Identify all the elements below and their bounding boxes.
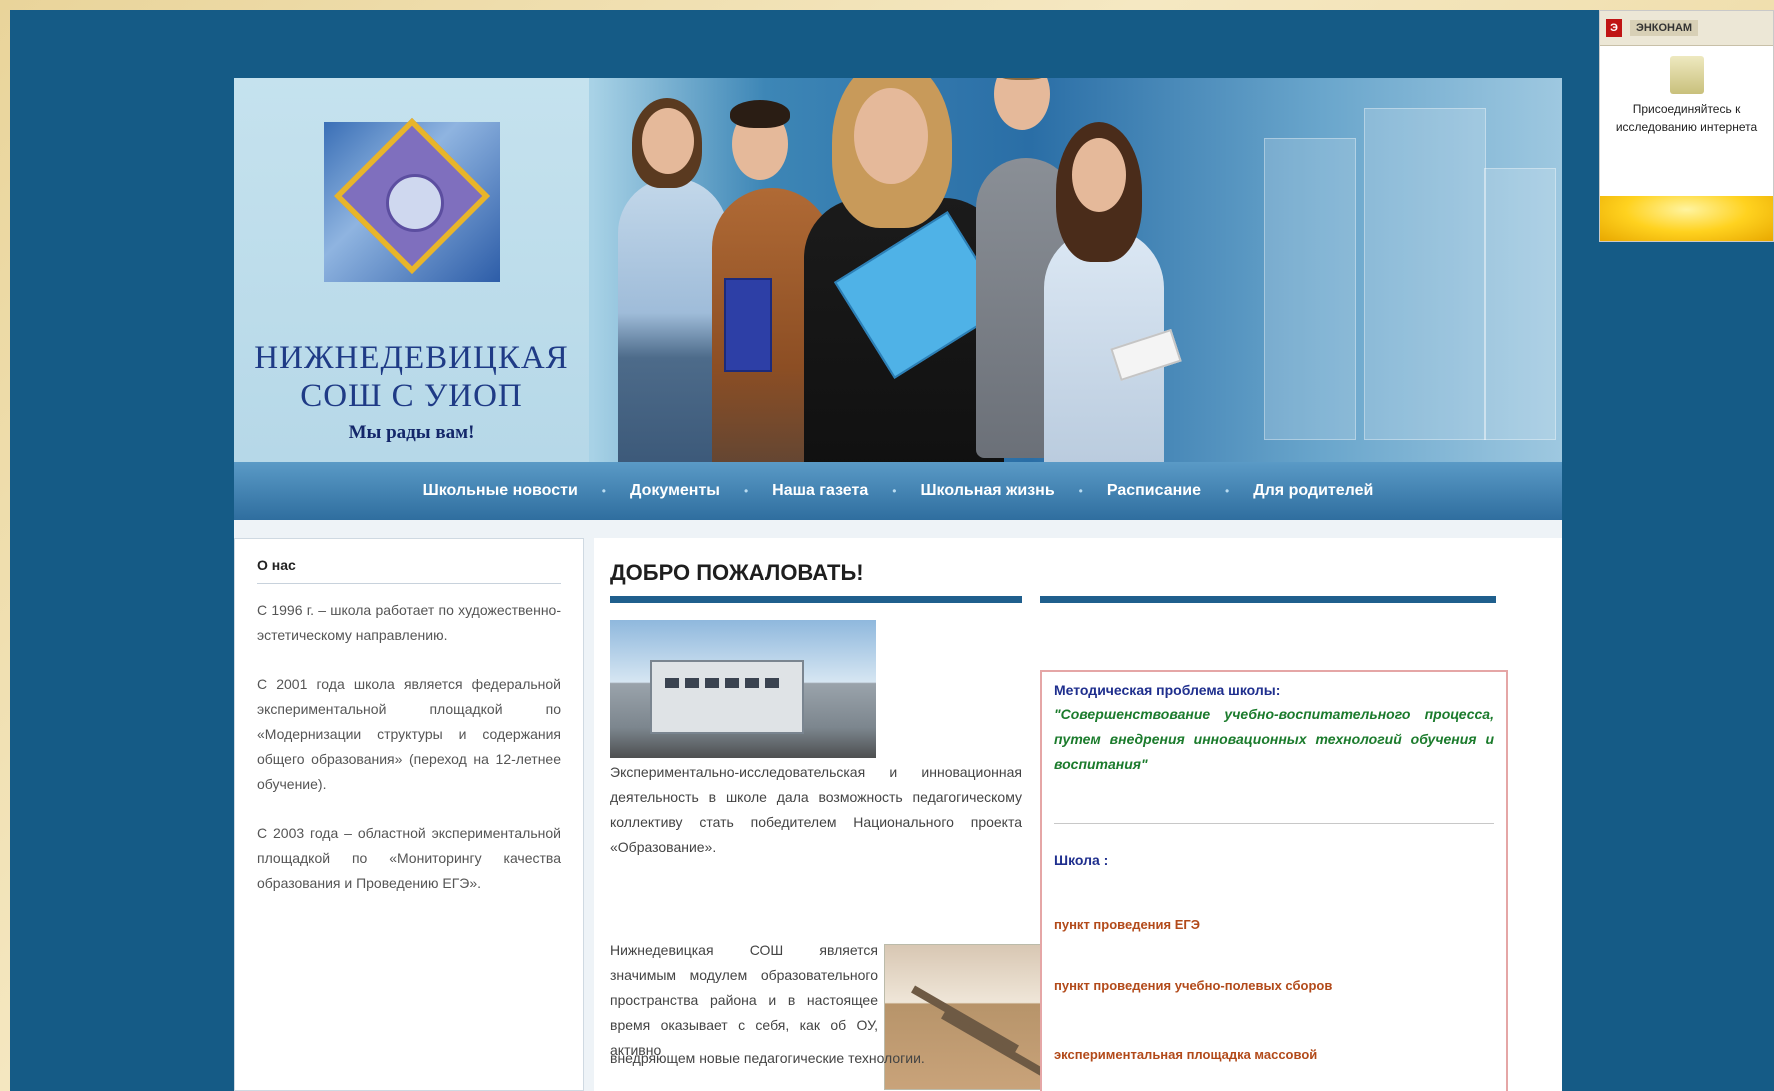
- about-paragraph: С 2003 года – областной экспериментально…: [257, 825, 561, 891]
- widget-title: ЭНКОНАМ: [1630, 20, 1699, 36]
- person-head: [994, 78, 1050, 130]
- person-hair: [730, 100, 790, 128]
- school-list-item: пункт проведения учебно-полевых сборов: [1054, 978, 1333, 993]
- widget-text[interactable]: Присоединяйтесь к исследованию интернета: [1600, 100, 1773, 136]
- person-head: [854, 88, 928, 184]
- person-head: [642, 108, 694, 174]
- school-building-photo: [610, 620, 876, 758]
- survey-icon: [1669, 56, 1704, 94]
- header-building-graphic: [1484, 168, 1556, 440]
- school-list-item: пункт проведения ЕГЭ: [1054, 917, 1201, 932]
- school-name-line1: НИЖНЕДЕВИЦКАЯ: [254, 340, 569, 376]
- building-windows: [665, 678, 785, 688]
- widget-banner[interactable]: [1600, 196, 1773, 241]
- emblem-center: [386, 174, 444, 232]
- building-shape: [650, 660, 804, 734]
- website: НИЖНЕДЕВИЦКАЯ СОШ С УИОП Мы рады вам! Шк…: [234, 78, 1562, 1091]
- nav-item-for-parents[interactable]: Для родителей: [1229, 482, 1397, 500]
- desk-shape: [911, 985, 1019, 1053]
- nav-item-schedule[interactable]: Расписание: [1083, 482, 1225, 500]
- header-building-graphic: [1364, 108, 1486, 440]
- title-rule: [610, 596, 1022, 603]
- survey-widget[interactable]: Э ЭНКОНАМ Присоединяйтесь к исследованию…: [1599, 10, 1774, 242]
- school-name-line2: СОШ С УИОП: [300, 378, 523, 414]
- about-paragraph: С 1996 г. – школа работает по художестве…: [257, 602, 561, 643]
- method-problem-title: Методическая проблема школы:: [1054, 682, 1281, 698]
- nav-item-school-life[interactable]: Школьная жизнь: [896, 482, 1078, 500]
- school-list-label: Школа :: [1054, 852, 1109, 868]
- header-building-graphic: [1264, 138, 1356, 440]
- main-paragraph: Нижнедевицкая СОШ является значимым моду…: [610, 942, 878, 1058]
- title-rule: [1040, 596, 1496, 603]
- page-title: ДОБРО ПОЖАЛОВАТЬ!: [610, 560, 864, 585]
- main-paragraph: внедряющем новые педагогические технолог…: [610, 1050, 925, 1066]
- school-emblem-icon[interactable]: [324, 117, 500, 282]
- main-content: ДОБРО ПОЖАЛОВАТЬ! Экспериментально-иссле…: [594, 538, 1562, 1091]
- about-title: О нас: [257, 557, 561, 584]
- main-paragraph: Экспериментально-исследовательская и инн…: [610, 764, 1022, 855]
- nav-item-school-news[interactable]: Школьные новости: [399, 482, 602, 500]
- widget-logo-icon: Э: [1606, 19, 1622, 37]
- nav-item-documents[interactable]: Документы: [606, 482, 744, 500]
- method-problem-text: "Совершенствование учебно-воспитательног…: [1054, 706, 1494, 772]
- school-list-item: экспериментальная площадка массовой: [1054, 1047, 1318, 1062]
- site-header: НИЖНЕДЕВИЦКАЯ СОШ С УИОП Мы рады вам!: [234, 78, 1562, 462]
- divider: [1054, 823, 1494, 824]
- info-box: Методическая проблема школы: "Совершенст…: [1040, 670, 1508, 1091]
- book-graphic: [724, 278, 772, 372]
- school-tagline: Мы рады вам!: [348, 422, 475, 443]
- about-sidebar: О нас С 1996 г. – школа работает по худо…: [234, 538, 584, 1091]
- nav-item-newspaper[interactable]: Наша газета: [748, 482, 892, 500]
- widget-titlebar: Э ЭНКОНАМ: [1600, 11, 1773, 46]
- person-head: [1072, 138, 1126, 212]
- about-paragraph: С 2001 года школа является федеральной э…: [257, 676, 561, 792]
- main-navigation: Школьные новости • Документы • Наша газе…: [234, 462, 1562, 520]
- logo-panel: НИЖНЕДЕВИЦКАЯ СОШ С УИОП Мы рады вам!: [234, 78, 589, 462]
